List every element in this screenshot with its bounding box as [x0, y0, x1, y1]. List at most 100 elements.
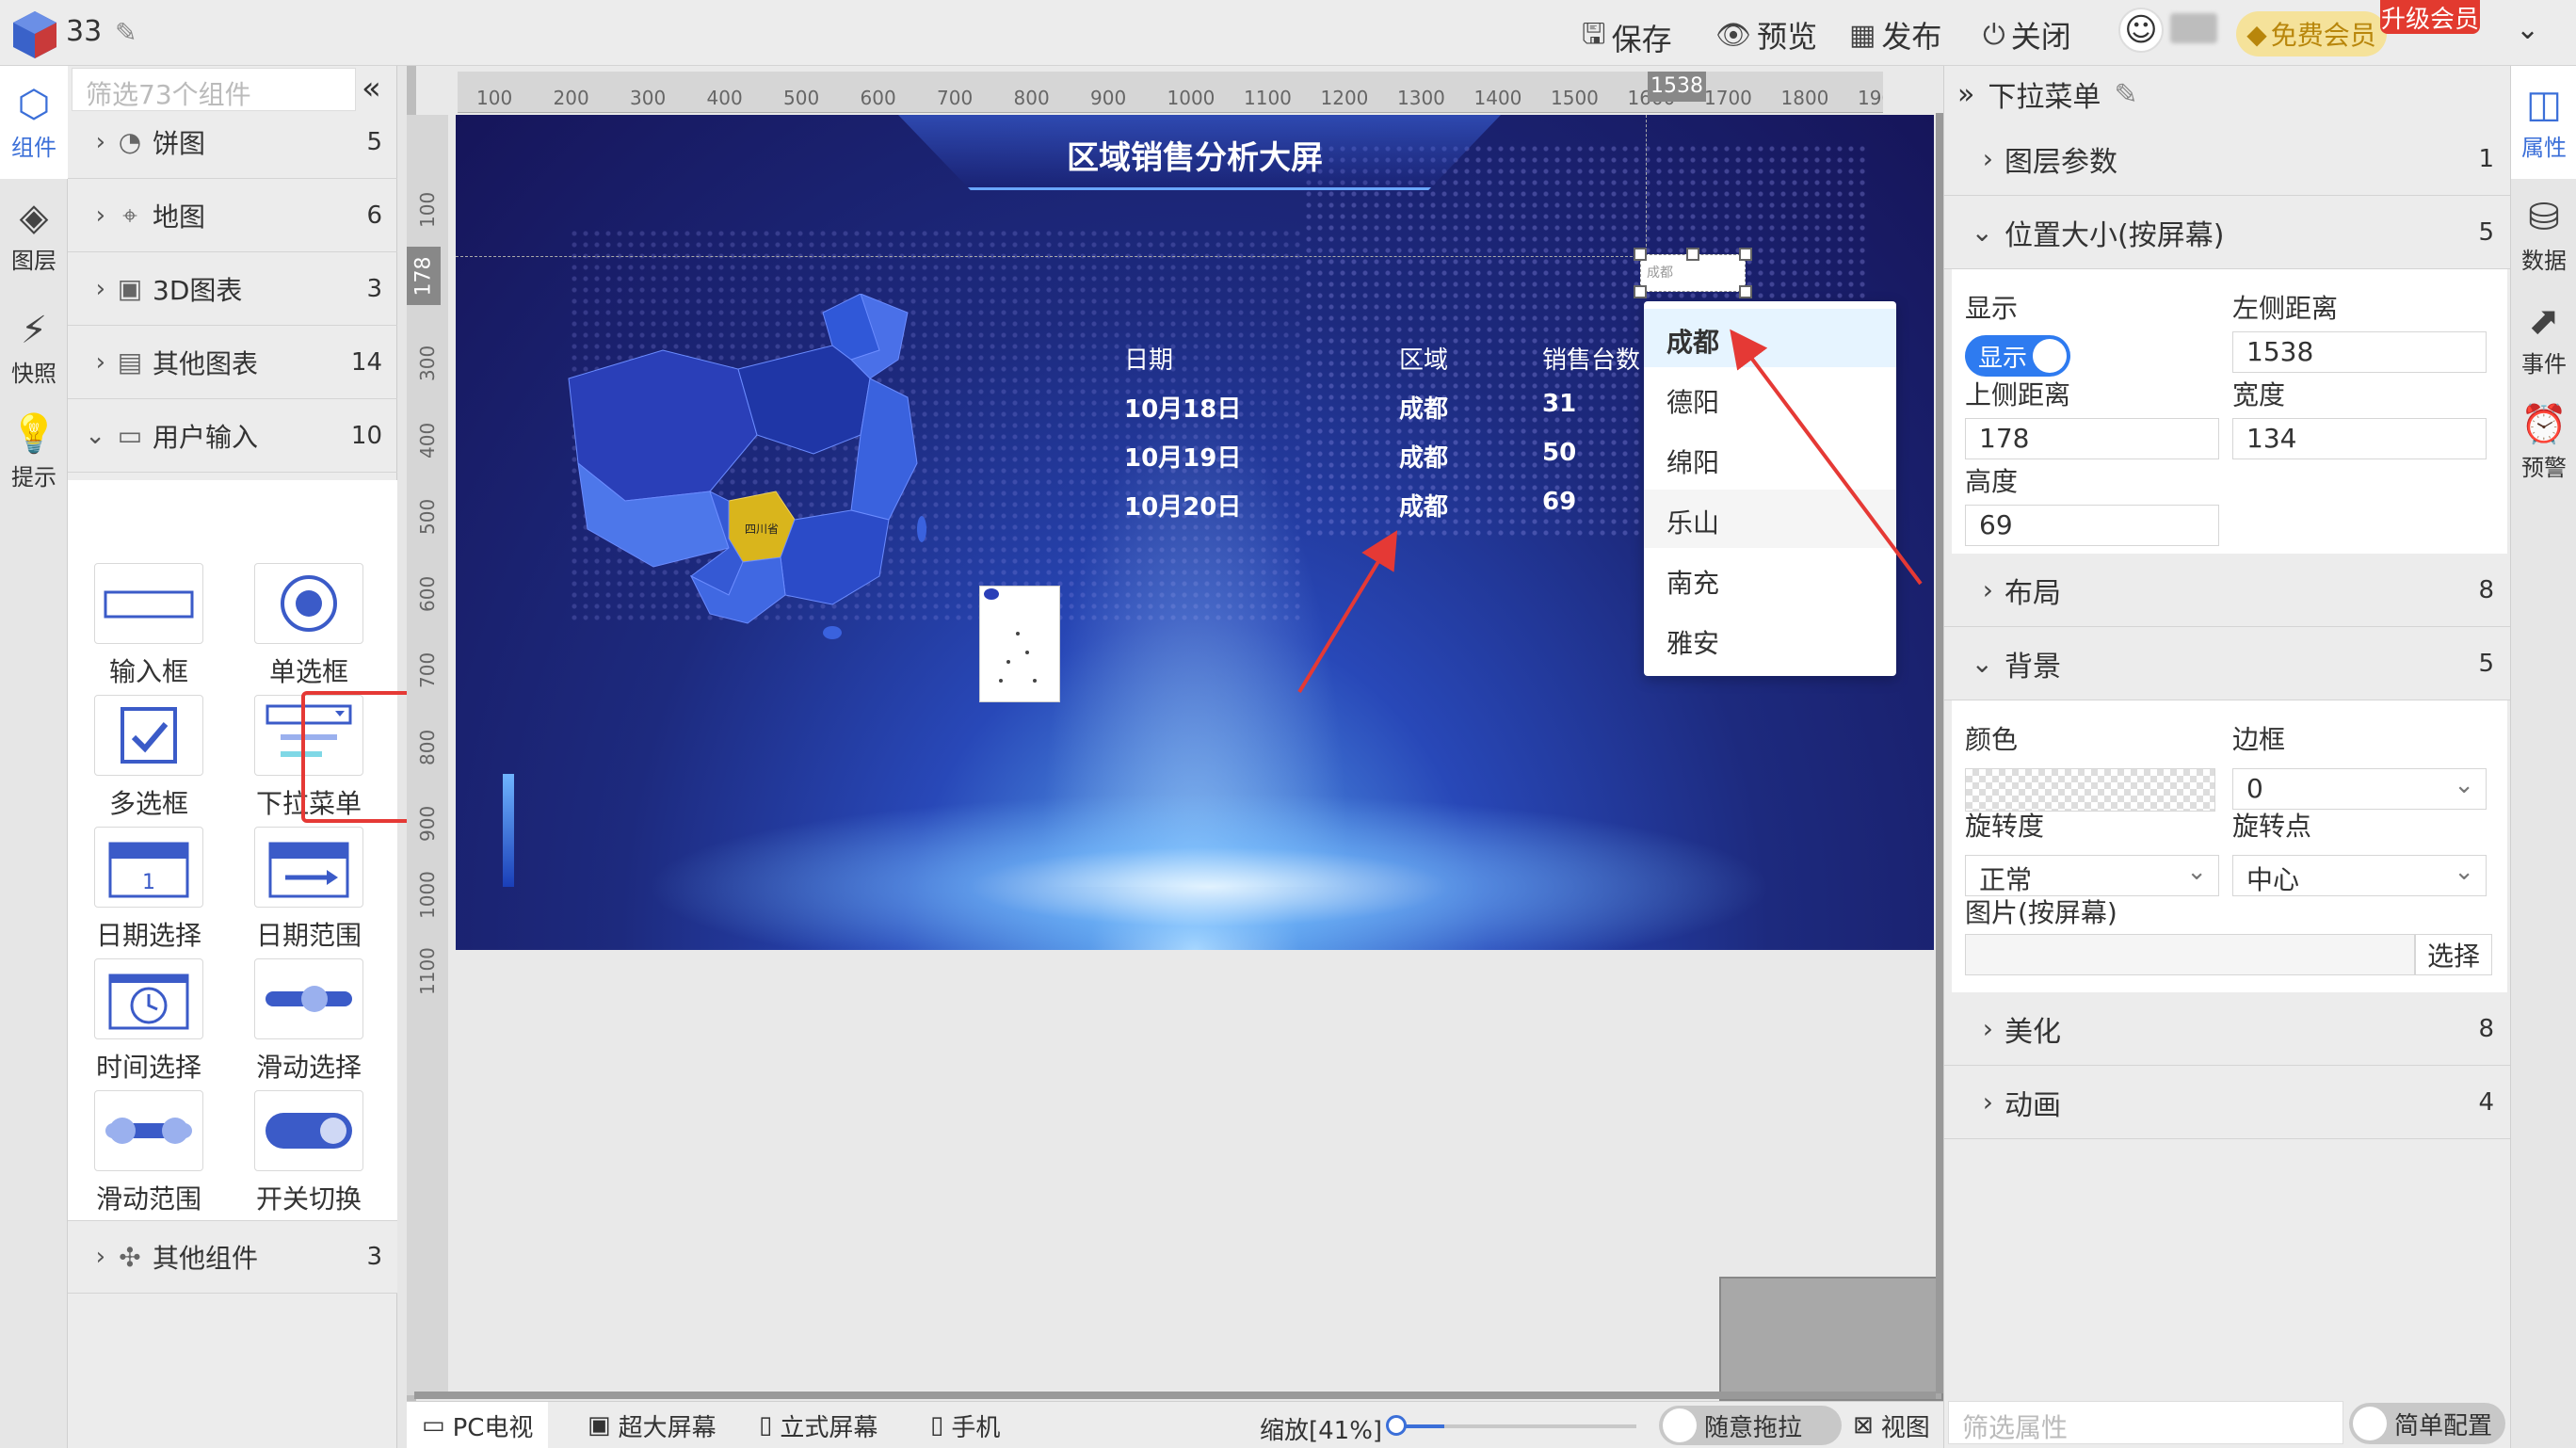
tab-phone[interactable]: ▯ 手机	[915, 1402, 1015, 1448]
category-3d[interactable]: › ▣ 3D图表 3	[68, 252, 397, 326]
category-map[interactable]: › ⌖ 地图 6	[68, 179, 397, 252]
app-logo-icon	[13, 11, 56, 58]
ruler-tick: 800	[416, 729, 439, 765]
component-label: 开关切换	[255, 1183, 362, 1215]
rail-item-layers[interactable]: ◈ 图层	[0, 179, 68, 292]
rail-item-alarm[interactable]: ⏰ 预警	[2511, 386, 2576, 499]
view-button[interactable]: ⊠ 视图	[1842, 1402, 1941, 1448]
upgrade-member-button[interactable]: 升级会员	[2380, 0, 2480, 34]
right-nav-rail: ◫ 属性 ⛁ 数据 ⬈ 事件 ⏰ 预警	[2510, 66, 2576, 1448]
tab-vertical-screen[interactable]: ▯ 立式屏幕	[744, 1402, 893, 1448]
section-count: 4	[2478, 1087, 2494, 1117]
rail-label: 事件	[2521, 350, 2567, 378]
rail-item-components[interactable]: ⬡ 组件	[0, 66, 68, 179]
expand-panel-icon[interactable]: »	[1957, 78, 1974, 111]
component-slider[interactable]: 滑动选择	[243, 953, 384, 1085]
section-background[interactable]: ⌄ 背景 5	[1944, 627, 2511, 700]
ruler-tick: 400	[416, 422, 439, 459]
width-input[interactable]: 134	[2232, 418, 2487, 459]
category-pie[interactable]: › ◔ 饼图 5	[68, 105, 397, 179]
toggle-knob	[2033, 339, 2067, 373]
property-search-input[interactable]: 筛选属性	[1948, 1401, 2343, 1444]
rail-item-events[interactable]: ⬈ 事件	[2511, 282, 2576, 395]
slider-icon	[254, 958, 363, 1039]
save-button[interactable]: 🖫 保存	[1582, 13, 1672, 61]
resize-handle[interactable]	[1634, 285, 1647, 298]
dropdown-option[interactable]: 南充	[1644, 550, 1896, 608]
zoom-slider-track[interactable]	[1395, 1424, 1636, 1428]
dropdown-option[interactable]: 成都	[1644, 309, 1896, 367]
chevron-right-icon: ›	[1982, 143, 1993, 174]
top-distance-input[interactable]: 178	[1965, 418, 2219, 459]
preview-button[interactable]: 👁 预览	[1715, 13, 1817, 56]
rail-item-snapshot[interactable]: ⚡ 快照	[0, 292, 68, 405]
component-toggle[interactable]: 开关切换	[243, 1085, 384, 1216]
image-path-input[interactable]	[1965, 934, 2415, 975]
resize-handle[interactable]	[1686, 248, 1699, 261]
canvas-minimap[interactable]	[1719, 1277, 1943, 1401]
rail-item-tips[interactable]: 💡 提示	[0, 395, 68, 508]
username-blurred[interactable]	[2170, 13, 2217, 43]
component-textbox[interactable]: 输入框	[83, 557, 224, 689]
rail-label: 图层	[11, 247, 56, 274]
china-map[interactable]: 四川省	[550, 294, 1002, 652]
canvas-scrollbar-vertical[interactable]	[1936, 113, 1943, 1393]
pivot-value: 中心	[2246, 864, 2300, 895]
section-layer-params[interactable]: › 图层参数 1	[1944, 122, 2511, 196]
close-button[interactable]: ⏻ 关闭	[1983, 13, 2071, 56]
table-cell: 10月20日	[1124, 493, 1242, 522]
rotation-select[interactable]: 正常 ⌄	[1965, 855, 2219, 896]
component-time-picker[interactable]: 时间选择	[83, 953, 224, 1085]
component-radio[interactable]: 单选框	[243, 557, 384, 689]
image-select-button[interactable]: 选择	[2415, 934, 2492, 975]
dropdown-option[interactable]: 绵阳	[1644, 429, 1896, 488]
category-other-charts[interactable]: › ▤ 其他图表 14	[68, 326, 397, 399]
zoom-slider-knob[interactable]	[1386, 1415, 1407, 1436]
component-date-range[interactable]: 日期范围	[243, 821, 384, 953]
collapse-panel-icon[interactable]: «	[362, 70, 381, 107]
pivot-select[interactable]: 中心 ⌄	[2232, 855, 2487, 896]
component-checkbox[interactable]: 多选框	[83, 689, 224, 821]
ruler-tick: 1000	[1167, 87, 1216, 109]
category-other-components[interactable]: › ✣ 其他组件 3	[68, 1220, 397, 1294]
free-member-badge[interactable]: ◆ 免费会员	[2236, 11, 2387, 56]
tab-pc-tv[interactable]: ▭ PC电视	[407, 1402, 549, 1448]
category-user-input[interactable]: ⌄ ▭ 用户输入 10	[68, 399, 397, 473]
resize-handle[interactable]	[1739, 248, 1752, 261]
dropdown-option[interactable]: 乐山	[1644, 490, 1896, 548]
resize-handle[interactable]	[1739, 285, 1752, 298]
user-avatar-icon[interactable]: ☺	[2118, 8, 2164, 53]
ruler-tick: 1400	[1473, 87, 1522, 109]
simple-config-toggle[interactable]: 简单配置	[2349, 1403, 2505, 1444]
component-range-slider[interactable]: 滑动范围	[83, 1085, 224, 1216]
chevron-down-icon[interactable]: ⌄	[2516, 13, 2539, 46]
section-position-size[interactable]: ⌄ 位置大小(按屏幕) 5	[1944, 196, 2511, 269]
component-date-picker[interactable]: 1 日期选择	[83, 821, 224, 953]
canvas-scrollbar-horizontal[interactable]	[414, 1392, 1936, 1399]
border-select[interactable]: 0 ⌄	[2232, 768, 2487, 810]
rail-item-properties[interactable]: ◫ 属性	[2511, 66, 2576, 179]
database-icon: ⛁	[2528, 195, 2560, 239]
resize-handle[interactable]	[1634, 248, 1647, 261]
dropdown-option[interactable]: 德阳	[1644, 369, 1896, 427]
edit-name-icon[interactable]: ✎	[115, 17, 137, 48]
show-toggle[interactable]: 显示	[1965, 335, 2070, 377]
puzzle-icon: ✣	[119, 1241, 141, 1273]
tab-big-screen[interactable]: ▣ 超大屏幕	[572, 1402, 732, 1448]
qrcode-icon: ▦	[1849, 18, 1876, 52]
section-animation[interactable]: › 动画 4	[1944, 1066, 2511, 1139]
3d-icon: ▣	[117, 273, 143, 304]
free-drag-toggle[interactable]: 随意拖拉	[1659, 1406, 1842, 1445]
left-distance-input[interactable]: 1538	[2232, 331, 2487, 373]
category-label: 其他组件	[153, 1243, 259, 1274]
section-layout[interactable]: › 布局 8	[1944, 554, 2511, 627]
component-grid: 输入框 单选框 多选框 下拉菜单 1 日期选择 日期范围 时间选择 滑动选择 滑…	[68, 480, 397, 1294]
category-count: 14	[350, 347, 382, 377]
big-screen-icon: ▣	[588, 1411, 611, 1440]
publish-button[interactable]: ▦ 发布	[1849, 13, 1941, 56]
rail-item-data[interactable]: ⛁ 数据	[2511, 179, 2576, 292]
height-input[interactable]: 69	[1965, 505, 2219, 546]
dropdown-option[interactable]: 雅安	[1644, 610, 1896, 668]
section-beautify[interactable]: › 美化 8	[1944, 992, 2511, 1066]
edit-title-icon[interactable]: ✎	[2114, 78, 2137, 111]
